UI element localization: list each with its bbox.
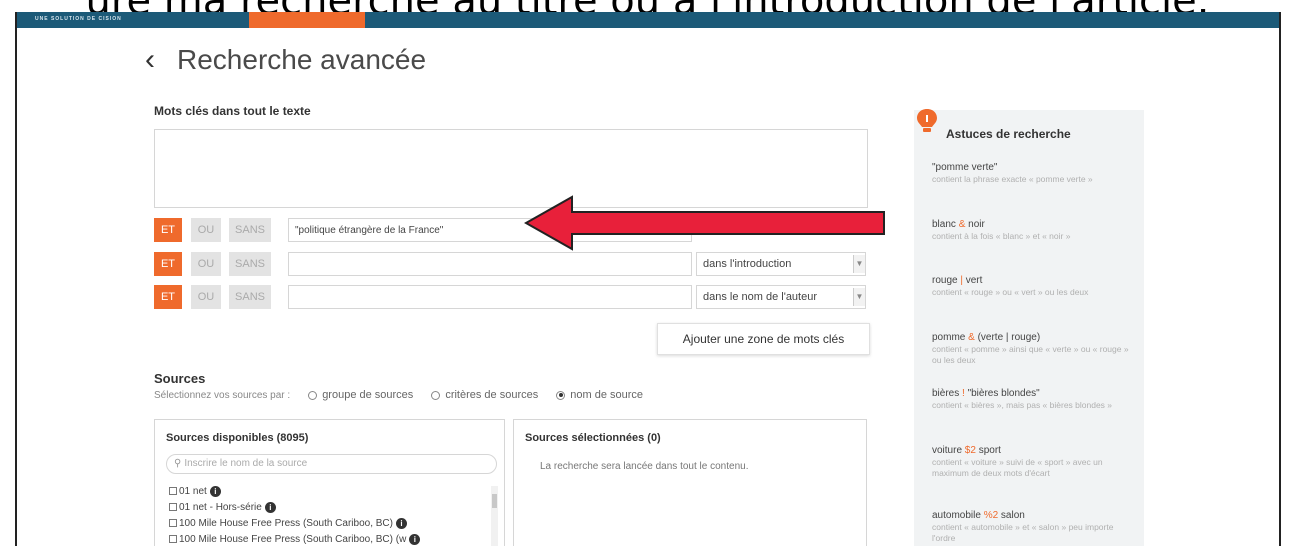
available-sources-panel: Sources disponibles (8095) ⚲ Inscrire le …	[154, 419, 505, 546]
tip-query: rouge | vert	[932, 275, 983, 286]
tip-query: pomme & (verte | rouge)	[932, 332, 1041, 343]
radio-icon	[431, 390, 441, 400]
tip-item: automobile %2 salon contient « automobil…	[932, 510, 1132, 544]
radio-label: nom de source	[570, 389, 644, 401]
source-name: 100 Mile House Free Press (South Cariboo…	[179, 517, 393, 529]
scope-select-value: dans le nom de l'auteur	[703, 291, 818, 303]
ou-button[interactable]: OU	[191, 285, 221, 309]
radio-label: groupe de sources	[322, 389, 414, 401]
radio-source-groups[interactable]: groupe de sources	[308, 389, 413, 401]
tip-description: contient « pomme » ainsi que « verte » o…	[932, 344, 1129, 365]
annotation-arrow-icon	[524, 195, 885, 251]
info-icon[interactable]: i	[395, 517, 407, 529]
radio-icon	[308, 390, 318, 400]
tip-item: pomme & (verte | rouge) contient « pomme…	[932, 332, 1132, 366]
radio-source-criteria[interactable]: critères de sources	[431, 389, 538, 401]
radio-source-name[interactable]: nom de source	[556, 389, 643, 401]
tip-item: blanc & noir contient à la fois « blanc …	[932, 219, 1132, 242]
radio-selected-icon	[556, 390, 566, 400]
tip-item: bières ! "bières blondes" contient « biè…	[932, 388, 1132, 411]
et-button[interactable]: ET	[154, 285, 182, 309]
tip-description: contient la phrase exacte « pomme verte …	[932, 174, 1093, 184]
brand-tagline: UNE SOLUTION DE CISION	[35, 16, 122, 22]
selected-sources-title: Sources sélectionnées (0)	[525, 432, 661, 444]
list-item[interactable]: 01 net - Hors-série i	[169, 500, 489, 514]
et-button[interactable]: ET	[154, 252, 182, 276]
tip-description: contient « rouge » ou « vert » ou les de…	[932, 287, 1089, 297]
chevron-down-icon: ▼	[853, 255, 865, 273]
tip-item: rouge | vert contient « rouge » ou « ver…	[932, 275, 1132, 298]
list-item[interactable]: 100 Mile House Free Press (South Cariboo…	[169, 532, 489, 546]
radio-label: critères de sources	[445, 389, 539, 401]
info-icon[interactable]: i	[264, 501, 276, 513]
sans-button[interactable]: SANS	[229, 285, 271, 309]
tip-description: contient « automobile » et « salon » peu…	[932, 522, 1114, 543]
tip-query: "pomme verte"	[932, 162, 998, 173]
tip-query: blanc & noir	[932, 219, 985, 230]
add-keyword-zone-button[interactable]: Ajouter une zone de mots clés	[657, 323, 870, 355]
checkbox[interactable]	[169, 487, 177, 495]
scope-select[interactable]: dans le nom de l'auteur ▼	[696, 285, 866, 309]
source-name: 01 net - Hors-série	[179, 501, 262, 513]
tip-query: automobile %2 salon	[932, 510, 1025, 521]
scrollbar[interactable]	[491, 486, 498, 546]
checkbox[interactable]	[169, 503, 177, 511]
chevron-left-icon[interactable]: ‹	[145, 42, 155, 78]
tip-description: contient à la fois « blanc » et « noir »	[932, 231, 1071, 241]
tip-query: bières ! "bières blondes"	[932, 388, 1040, 399]
scope-select[interactable]: dans l'introduction ▼	[696, 252, 866, 276]
tips-title: Astuces de recherche	[946, 127, 1071, 141]
active-nav-tab[interactable]	[249, 12, 365, 28]
search-placeholder: Inscrire le nom de la source	[184, 458, 308, 469]
source-name: 01 net	[179, 485, 207, 497]
tip-description: contient « voiture » suivi de « sport » …	[932, 457, 1103, 478]
scrollbar-thumb[interactable]	[492, 494, 497, 508]
et-button[interactable]: ET	[154, 218, 182, 242]
page-title: Recherche avancée	[177, 44, 427, 75]
checkbox[interactable]	[169, 519, 177, 527]
sans-button[interactable]: SANS	[229, 218, 271, 242]
info-icon[interactable]: i	[409, 533, 421, 545]
chevron-down-icon: ▼	[853, 288, 865, 306]
source-search-input[interactable]: ⚲ Inscrire le nom de la source	[166, 454, 497, 474]
list-item[interactable]: 01 net i	[169, 484, 489, 498]
scope-select-value: dans l'introduction	[703, 258, 792, 270]
sources-title: Sources	[154, 371, 206, 386]
ou-button[interactable]: OU	[191, 218, 221, 242]
top-nav-bar: UNE SOLUTION DE CISION	[17, 12, 1279, 28]
keywords-label: Mots clés dans tout le texte	[154, 104, 311, 118]
source-name: 100 Mile House Free Press (South Cariboo…	[179, 533, 407, 545]
ou-button[interactable]: OU	[191, 252, 221, 276]
browser-page: UNE SOLUTION DE CISION ‹ Recherche avanc…	[15, 12, 1281, 546]
tip-item: "pomme verte" contient la phrase exacte …	[932, 162, 1132, 185]
search-tips-panel: Astuces de recherche "pomme verte" conti…	[914, 109, 1144, 546]
tip-item: voiture $2 sport contient « voiture » su…	[932, 445, 1132, 479]
search-icon: ⚲	[174, 458, 182, 469]
info-icon[interactable]: i	[209, 485, 221, 497]
lightbulb-icon	[917, 109, 937, 132]
keyword-input[interactable]	[288, 285, 692, 309]
source-mode-prompt: Sélectionnez vos sources par :	[154, 389, 291, 401]
selected-sources-panel: Sources sélectionnées (0) La recherche s…	[513, 419, 867, 546]
selected-sources-note: La recherche sera lancée dans tout le co…	[540, 461, 749, 472]
source-list: 01 net i 01 net - Hors-série i 100 Mile Ho…	[169, 484, 489, 546]
tip-description: contient « bières », mais pas « bières b…	[932, 400, 1113, 410]
source-mode-selector: Sélectionnez vos sources par : groupe de…	[154, 389, 643, 401]
available-sources-title: Sources disponibles (8095)	[166, 432, 309, 444]
checkbox[interactable]	[169, 535, 177, 543]
list-item[interactable]: 100 Mile House Free Press (South Cariboo…	[169, 516, 489, 530]
tip-query: voiture $2 sport	[932, 445, 1001, 456]
sans-button[interactable]: SANS	[229, 252, 271, 276]
keyword-input[interactable]	[288, 252, 692, 276]
